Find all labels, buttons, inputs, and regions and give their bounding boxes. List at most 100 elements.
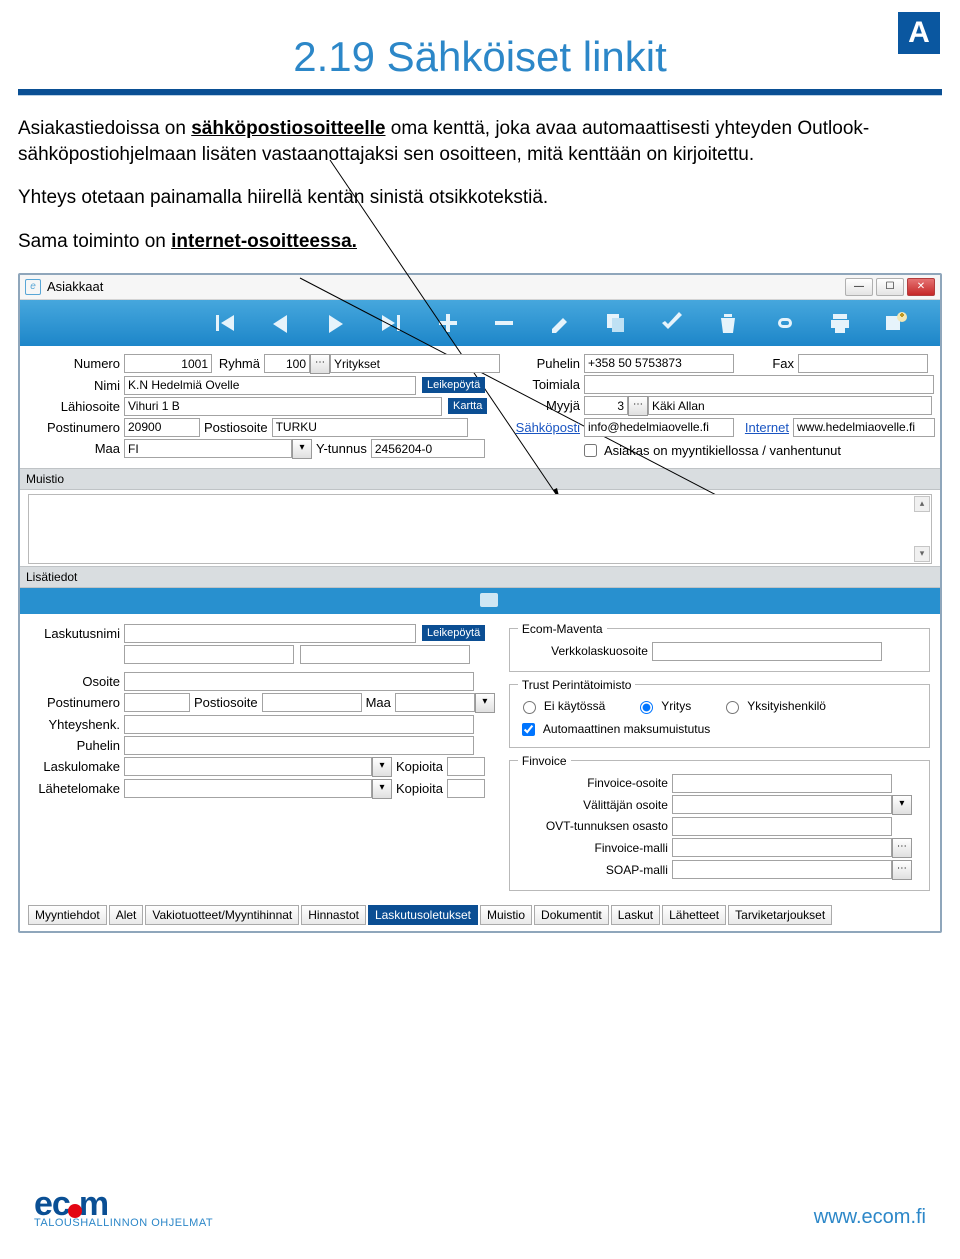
label-nimi: Nimi: [30, 378, 124, 393]
muistio-textarea[interactable]: ▴ ▾: [28, 494, 932, 564]
leikepoyta-button-1[interactable]: Leikepöytä: [422, 377, 485, 393]
maa2-input[interactable]: [395, 693, 475, 712]
internet-link-label[interactable]: Internet: [734, 420, 793, 435]
page-title: 2.19 Sähköiset linkit: [18, 33, 942, 81]
soap-malli-lookup-button[interactable]: ⋯: [892, 860, 912, 880]
maa-dropdown-button[interactable]: ▾: [292, 439, 312, 459]
laskutusnimi-input[interactable]: [124, 624, 416, 643]
muistio-scroll-down[interactable]: ▾: [914, 546, 930, 562]
valittajan-input[interactable]: [672, 795, 892, 814]
myyntikielto-checkbox[interactable]: [584, 444, 597, 457]
numero-input[interactable]: [124, 354, 212, 373]
laskutusnimi2-input[interactable]: [124, 645, 294, 664]
kopioita1-input[interactable]: [447, 757, 485, 776]
ryhma-name-input[interactable]: [330, 354, 500, 373]
autom-checkbox[interactable]: [522, 723, 535, 736]
tab-laskutusoletukset[interactable]: Laskutusoletukset: [368, 905, 478, 925]
yhteyshenk-input[interactable]: [124, 715, 474, 734]
prev-record-icon[interactable]: [266, 309, 294, 337]
legend-trust: Trust Perintätoimisto: [518, 678, 636, 692]
puhelin-input[interactable]: [584, 354, 734, 373]
confirm-icon[interactable]: [658, 309, 686, 337]
link-icon[interactable]: [770, 309, 798, 337]
finv-malli-lookup-button[interactable]: ⋯: [892, 838, 912, 858]
ecom-maventa-group: Ecom-Maventa Verkkolaskuosoite: [509, 622, 930, 672]
leikepoyta-button-2[interactable]: Leikepöytä: [422, 625, 485, 641]
tab-hinnastot[interactable]: Hinnastot: [301, 905, 366, 925]
tab-alet[interactable]: Alet: [109, 905, 144, 925]
next-record-icon[interactable]: [322, 309, 350, 337]
soap-malli-input[interactable]: [672, 860, 892, 879]
lisatiedot-icon[interactable]: [480, 593, 498, 607]
first-record-icon[interactable]: [210, 309, 238, 337]
nimi-input[interactable]: [124, 376, 416, 395]
window-close-button[interactable]: ✕: [907, 278, 935, 296]
tab-myyntiehdot[interactable]: Myyntiehdot: [28, 905, 107, 925]
laskutusnimi3-input[interactable]: [300, 645, 470, 664]
tab-muistio[interactable]: Muistio: [480, 905, 532, 925]
osoite-input[interactable]: [124, 672, 474, 691]
finv-malli-input[interactable]: [672, 838, 892, 857]
label-ovt: OVT-tunnuksen osasto: [518, 819, 672, 833]
kartta-button[interactable]: Kartta: [448, 398, 487, 414]
window-maximize-button[interactable]: ☐: [876, 278, 904, 296]
myyja-name-input[interactable]: [648, 396, 932, 415]
ryhma-input[interactable]: [264, 354, 310, 373]
window-minimize-button[interactable]: —: [845, 278, 873, 296]
edit-icon[interactable]: [546, 309, 574, 337]
fax-input[interactable]: [798, 354, 928, 373]
tab-tarviketarjoukset[interactable]: Tarviketarjoukset: [728, 905, 832, 925]
add-icon[interactable]: [434, 309, 462, 337]
puhelin2-input[interactable]: [124, 736, 474, 755]
myyja-nro-input[interactable]: [584, 396, 628, 415]
myyja-lookup-button[interactable]: ⋯: [628, 396, 648, 416]
ytunnus-input[interactable]: [371, 439, 485, 458]
title-rule: [18, 89, 942, 96]
tab-dokumentit[interactable]: Dokumentit: [534, 905, 609, 925]
label-ryhma: Ryhmä: [212, 356, 264, 371]
label-postiosoite2: Postiosoite: [190, 695, 262, 710]
copy-icon[interactable]: [602, 309, 630, 337]
tab-vakiotuotteet-myyntihinnat[interactable]: Vakiotuotteet/Myyntihinnat: [145, 905, 299, 925]
remove-icon[interactable]: [490, 309, 518, 337]
label-lahetelomake: Lähetelomake: [30, 781, 124, 796]
export-icon[interactable]: [882, 309, 910, 337]
last-record-icon[interactable]: [378, 309, 406, 337]
sahkoposti-input[interactable]: [584, 418, 734, 437]
appendix-badge: A: [898, 12, 940, 54]
ovt-input[interactable]: [672, 817, 892, 836]
lahetelomake-dropdown-button[interactable]: ▾: [372, 779, 392, 799]
label-kopioita1: Kopioita: [392, 759, 447, 774]
tab-laskut[interactable]: Laskut: [611, 905, 660, 925]
postiosoite-input[interactable]: [272, 418, 468, 437]
valittajan-dropdown-button[interactable]: ▾: [892, 795, 912, 815]
label-myyntikielto: Asiakas on myyntikiellossa / vanhentunut: [604, 443, 841, 458]
radio-yksityis[interactable]: Yksityishenkilö: [721, 698, 826, 714]
verkkolaskuosoite-input[interactable]: [652, 642, 882, 661]
label-maa: Maa: [30, 441, 124, 456]
radio-yritys[interactable]: Yritys: [635, 698, 691, 714]
trash-icon[interactable]: [714, 309, 742, 337]
label-laskulomake: Laskulomake: [30, 759, 124, 774]
laskulomake-input[interactable]: [124, 757, 372, 776]
toimiala-input[interactable]: [584, 375, 934, 394]
muistio-scroll-up[interactable]: ▴: [914, 496, 930, 512]
maa2-dropdown-button[interactable]: ▾: [475, 693, 495, 713]
radio-ei-kaytossa[interactable]: Ei käytössä: [518, 698, 605, 714]
lahetelomake-input[interactable]: [124, 779, 372, 798]
ryhma-lookup-button[interactable]: ⋯: [310, 354, 330, 374]
maa-input[interactable]: [124, 439, 292, 458]
print-icon[interactable]: [826, 309, 854, 337]
brand-logo: ecm TALOUSHALLINNON OHJELMAT: [34, 1189, 213, 1229]
postiosoite2-input[interactable]: [262, 693, 362, 712]
kopioita2-input[interactable]: [447, 779, 485, 798]
lahiosoite-input[interactable]: [124, 397, 442, 416]
sahkoposti-link-label[interactable]: Sähköposti: [510, 420, 584, 435]
finv-osoite-input[interactable]: [672, 774, 892, 793]
autom-checkbox-label[interactable]: Automaattinen maksumuistutus: [518, 720, 921, 739]
postinumero-input[interactable]: [124, 418, 200, 437]
laskulomake-dropdown-button[interactable]: ▾: [372, 757, 392, 777]
postinumero2-input[interactable]: [124, 693, 190, 712]
tab-l-hetteet[interactable]: Lähetteet: [662, 905, 726, 925]
internet-input[interactable]: [793, 418, 935, 437]
